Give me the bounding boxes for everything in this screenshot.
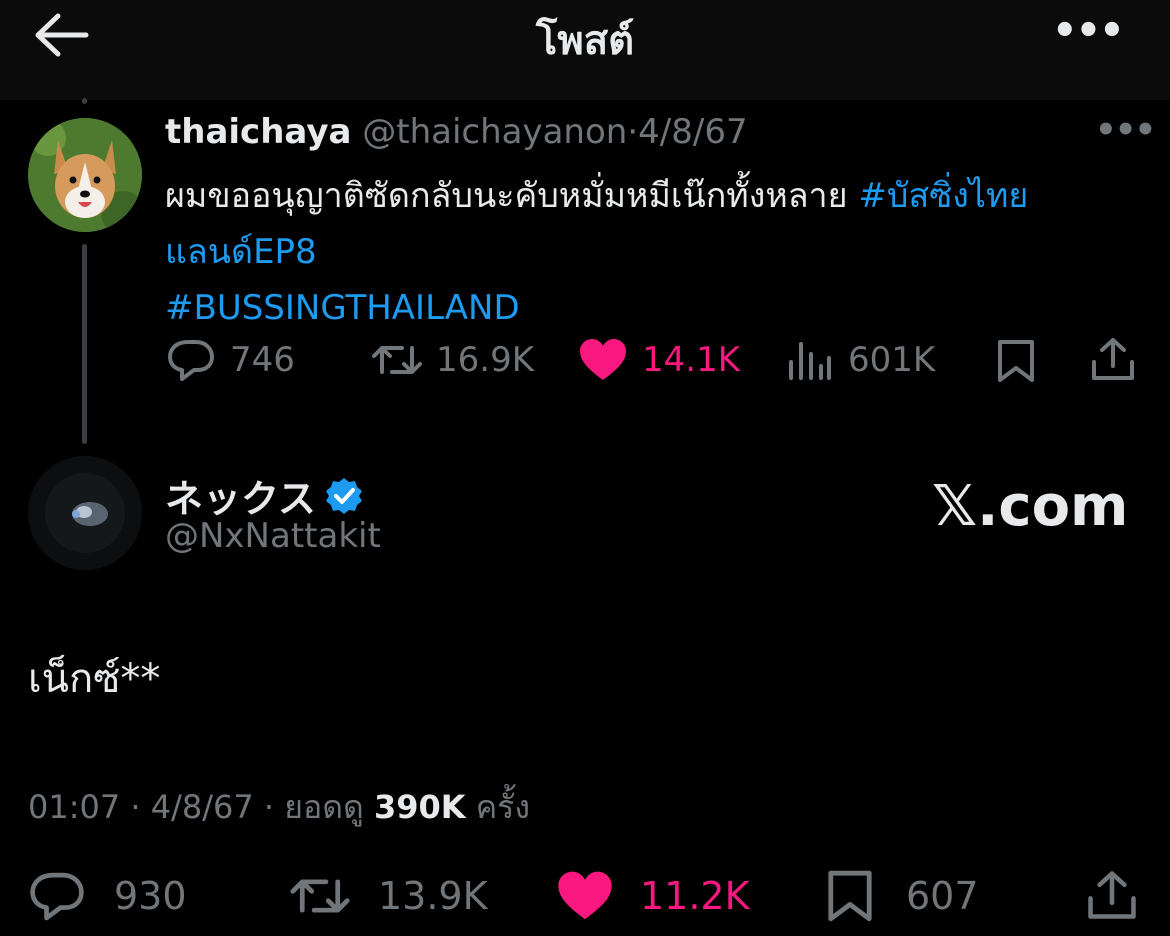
post-text: ผมขออนุญาติซัดกลับนะคับหมั่มหมีเน๊กทั้งห… (165, 168, 1125, 336)
like-button[interactable]: 14.1K (578, 338, 740, 382)
reply-count: 746 (230, 340, 295, 380)
more-options-icon[interactable]: ••• (1052, 8, 1125, 54)
reply-button[interactable]: 746 (166, 338, 295, 382)
views-count: 601K (848, 340, 936, 380)
share-icon (1088, 871, 1136, 919)
post-header: thaichaya @thaichayanon·4/8/67 (165, 112, 748, 152)
dot-separator: · (130, 788, 141, 826)
views-label: ยอดดู (284, 788, 364, 826)
post-date[interactable]: 4/8/67 (638, 112, 747, 152)
avatar[interactable] (28, 118, 142, 232)
bookmark-button[interactable]: 607 (826, 868, 979, 924)
post-time[interactable]: 01:07 (28, 788, 120, 826)
verified-badge-icon[interactable] (324, 476, 364, 516)
reply-count: 930 (114, 874, 187, 918)
views-button[interactable]: 601K (786, 338, 935, 382)
x-com-watermark: 𝕏.com (932, 474, 1129, 539)
repost-count: 13.9K (378, 874, 488, 918)
reply-button[interactable]: 930 (28, 870, 187, 922)
dot-separator: · (263, 788, 275, 826)
top-bar: โพสต์ ••• (0, 0, 1170, 100)
post-text: เน็กซ์** (28, 656, 161, 702)
post-date[interactable]: 4/8/67 (151, 788, 254, 826)
display-name[interactable]: thaichaya (165, 112, 351, 152)
display-name-row: ネックス (165, 468, 364, 523)
thread-line-top (82, 98, 87, 104)
repost-button[interactable]: 16.9K (370, 338, 534, 382)
dot-separator: · (627, 112, 639, 152)
post-more-icon[interactable]: ••• (1095, 110, 1156, 150)
handle[interactable]: @thaichayanon (362, 112, 627, 152)
heart-icon (558, 871, 612, 920)
share-icon (1092, 338, 1134, 380)
bookmark-icon (828, 870, 872, 922)
views-count: 390K (373, 788, 466, 826)
repost-icon (290, 879, 350, 913)
share-button[interactable] (1086, 868, 1138, 922)
post-metadata: 01:07 · 4/8/67 · ยอดดู 390K ครั้ง (28, 782, 530, 833)
views-chart-icon (789, 342, 831, 380)
repost-icon (372, 346, 422, 374)
display-name[interactable]: ネックス (165, 468, 316, 523)
heart-icon (580, 339, 626, 380)
reply-icon (30, 872, 84, 921)
page-title: โพสต์ (535, 18, 635, 64)
thread-line (82, 244, 87, 444)
bookmark-count: 607 (906, 874, 979, 918)
post-body: ผมขออนุญาติซัดกลับนะคับหมั่มหมีเน๊กทั้งห… (165, 176, 859, 216)
bookmark-button[interactable] (996, 338, 1036, 384)
like-count: 14.1K (642, 340, 740, 380)
share-button[interactable] (1090, 336, 1136, 382)
bookmark-icon (998, 340, 1034, 382)
reply-icon (168, 340, 214, 381)
like-button[interactable]: 11.2K (556, 870, 750, 922)
avatar[interactable] (28, 456, 142, 570)
views-suffix: ครั้ง (475, 788, 530, 826)
repost-count: 16.9K (436, 340, 534, 380)
repost-button[interactable]: 13.9K (288, 870, 488, 922)
hashtag-link[interactable]: #BUSSINGTHAILAND (165, 288, 520, 328)
handle[interactable]: @NxNattakit (165, 516, 381, 556)
like-count: 11.2K (640, 874, 750, 918)
